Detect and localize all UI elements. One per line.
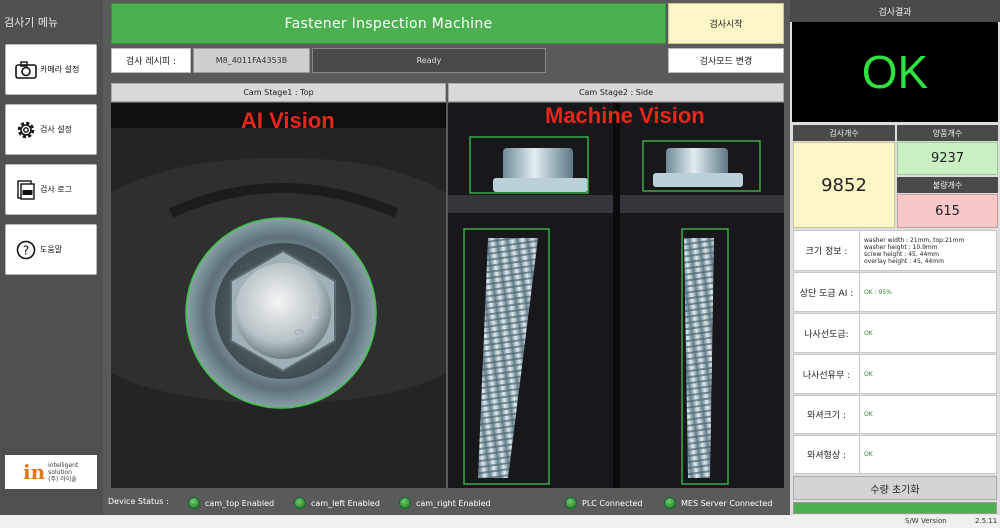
good-count-header: 양품개수 [897, 125, 998, 141]
thread-plating-row: 나사선도금: OK [793, 313, 997, 353]
washer-size-row: 와셔크기 : OK [793, 395, 997, 434]
company-logo: in intelligent solution (주) 아이솔 [5, 455, 97, 489]
progress-fill [794, 503, 996, 513]
svg-text:H: H [303, 308, 322, 320]
device-cam-right: cam_right Enabled [399, 497, 491, 509]
sidebar: 검사기 메뉴 카메라 설정 검사 설정 검사 로그 ? 도움말 in intel… [0, 0, 103, 515]
device-cam-top: cam_top Enabled [188, 497, 274, 509]
device-plc: PLC Connected [565, 497, 643, 509]
help-button[interactable]: ? 도움말 [5, 224, 97, 275]
top-plating-ai-label: 상단 도금 AI : [794, 273, 860, 311]
change-mode-button[interactable]: 검사모드 변경 [668, 48, 784, 73]
thread-plating-label: 나사선도금: [794, 314, 860, 352]
thread-presence-value: OK [864, 370, 873, 378]
thread-presence-row: 나사선유무 : OK [793, 354, 997, 394]
size-info-line: screw height : 45, 44mm [864, 250, 939, 258]
sidebar-title: 검사기 메뉴 [4, 16, 59, 29]
inspection-log-button[interactable]: 검사 로그 [5, 164, 97, 215]
size-info-line: overlay height : 45, 44mm [864, 257, 944, 265]
status-led-icon [664, 497, 676, 509]
reset-count-button[interactable]: 수량 초기화 [793, 476, 997, 500]
total-count-value: 9852 [793, 142, 895, 228]
cam-stage1-view: H 67 AI Vision [111, 103, 446, 488]
device-mes: MES Server Connected [664, 497, 772, 509]
inspection-settings-button[interactable]: 검사 설정 [5, 104, 97, 155]
svg-text:67: 67 [292, 328, 306, 343]
washer-shape-label: 와셔형상 : [794, 436, 860, 473]
logo-line-3: (주) 아이솔 [48, 475, 77, 483]
cam-stage1-header: Cam Stage1 : Top [111, 83, 446, 102]
logo-line-2: solution [48, 468, 72, 476]
app-window: 검사기 메뉴 카메라 설정 검사 설정 검사 로그 ? 도움말 in intel… [0, 0, 1000, 528]
thread-plating-value: OK [864, 329, 873, 337]
cam-stage2-header: Cam Stage2 : Side [448, 83, 784, 102]
start-inspection-button[interactable]: 검사시작 [668, 3, 784, 44]
good-count-value: 9237 [897, 142, 998, 175]
gear-icon [15, 119, 37, 141]
device-cam-left: cam_left Enabled [294, 497, 380, 509]
device-plc-label: PLC Connected [582, 498, 643, 508]
logo-line-1: intelligent [48, 461, 79, 469]
verdict-display: OK [792, 22, 998, 122]
cam-stage2-image [448, 103, 784, 488]
camera-settings-button[interactable]: 카메라 설정 [5, 44, 97, 95]
status-led-icon [188, 497, 200, 509]
status-led-icon [565, 497, 577, 509]
machine-vision-label: Machine Vision [545, 103, 705, 128]
inspection-settings-label: 검사 설정 [40, 125, 72, 134]
recipe-label: 검사 레시피 : [111, 48, 191, 73]
top-plating-ai-value: OK : 95% [864, 288, 892, 296]
cam-stage2-view: Machine Vision [448, 103, 784, 488]
version-value: 2.5.11 [975, 517, 998, 525]
device-status-label: Device Status : [108, 497, 169, 506]
washer-size-value: OK [864, 411, 873, 418]
logo-text: intelligent solution (주) 아이솔 [48, 462, 78, 483]
logo-mark: in [23, 460, 46, 484]
thread-presence-label: 나사선유무 : [794, 355, 860, 393]
device-cam-left-label: cam_left Enabled [311, 498, 380, 508]
bad-count-header: 불량개수 [897, 177, 998, 193]
inspection-log-label: 검사 로그 [40, 185, 72, 194]
log-icon [15, 179, 37, 201]
status-led-icon [294, 497, 306, 509]
status-led-icon [399, 497, 411, 509]
progress-bar [793, 502, 997, 514]
size-info-row: 크기 정보 : washer width : 21mm, top:21mm wa… [793, 230, 997, 271]
washer-shape-value: OK [864, 451, 873, 458]
camera-icon [15, 59, 37, 81]
recipe-value: M8_4011FA4353B [193, 48, 310, 73]
device-cam-top-label: cam_top Enabled [205, 498, 275, 508]
version-label: S/W Version [905, 517, 947, 525]
help-label: 도움말 [40, 245, 63, 254]
help-icon: ? [15, 239, 37, 261]
svg-text:?: ? [23, 243, 29, 257]
device-mes-label: MES Server Connected [681, 498, 773, 508]
cam-stage1-image: H 67 [111, 103, 446, 488]
total-count-header: 검사개수 [793, 125, 895, 141]
bad-count-value: 615 [897, 194, 998, 228]
status-field: Ready [312, 48, 546, 73]
camera-settings-label: 카메라 설정 [40, 65, 80, 74]
size-info-line: washer height : 10.9mm [864, 243, 938, 251]
app-title: Fastener Inspection Machine [111, 3, 666, 44]
washer-size-label: 와셔크기 : [794, 396, 860, 433]
washer-shape-row: 와셔형상 : OK [793, 435, 997, 474]
footer-bar: S/W Version 2.5.11 [0, 515, 1000, 528]
device-cam-right-label: cam_right Enabled [416, 498, 491, 508]
device-status-bar: Device Status : cam_top Enabled cam_left… [103, 492, 790, 515]
size-info-line: washer width : 21mm, top:21mm [864, 236, 965, 244]
results-title: 검사결과 [790, 0, 1000, 22]
ai-vision-label: AI Vision [241, 108, 335, 133]
size-info-values: washer width : 21mm, top:21mm washer hei… [864, 231, 964, 270]
size-info-label: 크기 정보 : [794, 231, 860, 270]
top-plating-ai-row: 상단 도금 AI : OK : 95% [793, 272, 997, 312]
